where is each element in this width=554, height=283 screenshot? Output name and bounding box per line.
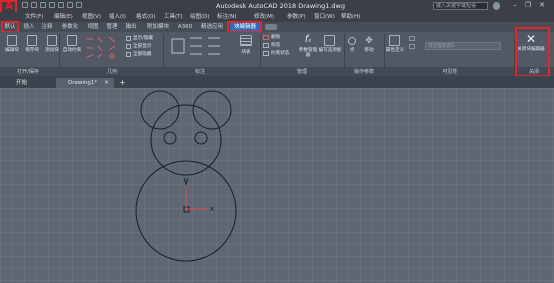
show-all-icon — [126, 44, 131, 49]
group-dimension[interactable]: 标注 — [165, 68, 235, 75]
group-separator — [260, 34, 261, 76]
param-manager-button[interactable]: 参数管理器 — [298, 48, 318, 58]
autocad-window: A Autodesk AutoCAD 2018 Drawing1.dwg 键入关… — [0, 0, 554, 283]
hide-all-button[interactable]: 全部隐藏 — [133, 52, 151, 57]
tab-overflow-icon[interactable] — [265, 24, 277, 30]
authoring-palettes-icon — [324, 35, 335, 46]
menu-file[interactable]: 文件(F) — [25, 12, 43, 22]
tab-manage[interactable]: 管理 — [105, 22, 119, 32]
move-icon: ✥ — [365, 36, 373, 46]
menu-parametric[interactable]: 参数(P) — [287, 12, 306, 22]
group-geometry[interactable]: 几何 — [66, 68, 158, 75]
constraint-status-icon — [263, 51, 269, 56]
menu-format[interactable]: 格式(O) — [136, 12, 156, 22]
group-manage[interactable]: 管理 — [262, 68, 342, 75]
show-hide-icon — [126, 36, 131, 41]
save-block-button[interactable]: 保存块 — [22, 48, 42, 53]
param-manager-icon: fx — [304, 34, 312, 45]
tab-a360[interactable]: A360 — [177, 22, 193, 32]
constraint-status-button[interactable]: 约束状态 — [271, 51, 289, 56]
menu-help[interactable]: 帮助(H) — [341, 12, 360, 22]
left-eye — [163, 131, 177, 145]
block-table-icon — [240, 35, 252, 46]
new-icon[interactable] — [22, 2, 28, 8]
delete-button[interactable]: 删除 — [271, 35, 280, 40]
construction-button[interactable]: 构造 — [271, 43, 280, 48]
group-separator — [59, 34, 60, 76]
search-input[interactable]: 键入关键字或短语 — [433, 2, 488, 10]
tab-addins[interactable]: 附加模块 — [145, 22, 171, 32]
visibility-states-icon[interactable] — [409, 44, 415, 49]
menu-draw[interactable]: 绘图(D) — [190, 12, 210, 22]
group-separator — [384, 34, 385, 76]
block-table-button[interactable]: 块表 — [236, 50, 256, 55]
auto-constrain-icon — [67, 35, 77, 46]
doc-tab-start[interactable]: 开始 — [16, 78, 27, 88]
move-button[interactable]: 移动 — [361, 48, 377, 53]
point-icon — [348, 37, 356, 45]
head — [150, 104, 222, 176]
doc-tab-close-icon[interactable]: ✕ — [104, 78, 112, 88]
visibility-state-select[interactable]: 可见性状态0 — [425, 42, 501, 50]
menu-insert[interactable]: 插入(I) — [109, 12, 126, 22]
right-eye — [194, 131, 208, 145]
edit-block-button[interactable]: 编辑块 — [2, 48, 22, 53]
minimize-icon[interactable]: – — [510, 1, 520, 10]
point-button[interactable]: 点 — [346, 48, 358, 53]
tab-view[interactable]: 视图 — [86, 22, 100, 32]
body — [135, 160, 237, 262]
construction-icon — [263, 43, 269, 48]
undo-icon[interactable] — [67, 2, 73, 8]
left-ear — [140, 90, 180, 130]
ucs-axis-marker — [185, 186, 206, 210]
tab-insert[interactable]: 插入 — [22, 22, 36, 32]
save-as-icon[interactable] — [49, 2, 55, 8]
open-icon[interactable] — [31, 2, 37, 8]
attr-def-button[interactable]: 属性定义 — [385, 48, 405, 53]
tab-annotate[interactable]: 注释 — [40, 22, 54, 32]
close-block-editor-highlight — [515, 27, 550, 77]
group-separator — [163, 34, 164, 76]
menu-tools[interactable]: 工具(T) — [164, 12, 183, 22]
group-open-save[interactable]: 打开/保存 — [0, 68, 56, 75]
tab-parametric[interactable]: 参数化 — [60, 22, 80, 32]
menu-view[interactable]: 视图(V) — [82, 12, 101, 22]
show-hide-button[interactable]: 显示/隐藏 — [133, 36, 153, 41]
neck-mark — [183, 177, 189, 186]
hide-all-icon — [126, 52, 131, 57]
save-block-icon — [27, 35, 37, 46]
authoring-palettes-button[interactable]: 编写选项板 — [318, 48, 342, 53]
save-icon[interactable] — [40, 2, 46, 8]
delete-icon — [263, 35, 269, 40]
bear-drawing: × — [135, 90, 237, 262]
print-icon[interactable] — [58, 2, 64, 8]
menu-edit[interactable]: 编辑(E) — [54, 12, 73, 22]
show-all-button[interactable]: 全部显示 — [133, 44, 151, 49]
ribbon-tab-bar — [0, 22, 554, 32]
menu-window[interactable]: 窗口(W) — [314, 12, 335, 22]
attr-def-icon — [389, 35, 400, 46]
x-axis-label: × — [209, 205, 215, 213]
window-title: Autodesk AutoCAD 2018 Drawing1.dwg — [216, 2, 345, 10]
new-doc-tab-icon[interactable]: + — [119, 78, 127, 88]
group-action-params[interactable]: 操作参数 — [344, 68, 384, 75]
auto-constrain-button[interactable]: 自动约束 — [62, 48, 82, 53]
test-block-icon — [47, 35, 57, 46]
geometric-constraints-icons[interactable] — [85, 35, 121, 61]
edit-block-icon — [7, 35, 17, 46]
redo-icon[interactable] — [76, 2, 82, 8]
tab-featured-apps[interactable]: 精选应用 — [199, 22, 225, 32]
close-icon[interactable]: ✕ — [537, 1, 547, 10]
tab-output[interactable]: 输出 — [124, 22, 138, 32]
visibility-mode-icon[interactable] — [409, 36, 415, 41]
restore-icon[interactable]: ❐ — [523, 1, 533, 10]
dimension-parameters-icons[interactable] — [170, 35, 230, 61]
group-visibility[interactable]: 可见性 — [386, 68, 514, 75]
user-icon[interactable] — [493, 2, 500, 10]
right-ear — [192, 90, 232, 130]
